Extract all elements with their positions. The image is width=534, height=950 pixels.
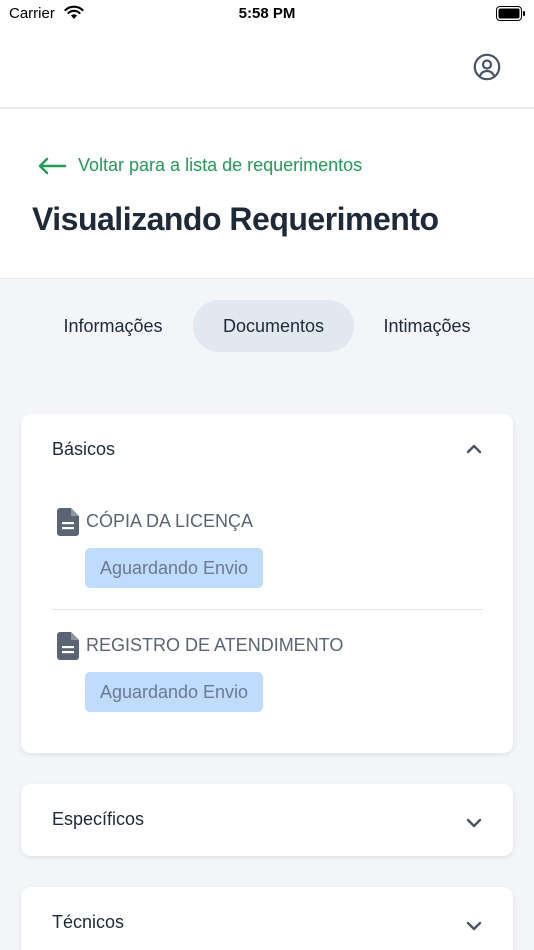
section-title: Técnicos	[52, 912, 125, 932]
status-badge: Aguardando Envio	[85, 548, 263, 588]
file-document-icon	[57, 632, 79, 660]
section-title: Específicos	[52, 809, 145, 829]
back-link[interactable]: Voltar para a lista de requerimentos	[37, 155, 362, 176]
section-especificos: Específicos	[21, 784, 513, 856]
app-header	[0, 27, 534, 108]
section-basicos: Básicos CÓPIA DA LICENÇA Aguardando Envi…	[21, 414, 513, 753]
arrow-left-icon	[38, 157, 67, 174]
tab-intimacoes[interactable]: Intimações	[366, 300, 488, 352]
divider	[52, 609, 483, 610]
status-badge: Aguardando Envio	[85, 672, 263, 712]
tab-informacoes[interactable]: Informações	[48, 300, 178, 352]
chevron-down-icon	[466, 818, 482, 828]
battery-icon	[496, 6, 525, 21]
status-bar: Carrier 5:58 PM	[0, 0, 534, 27]
tab-documentos[interactable]: Documentos	[193, 300, 354, 352]
page-title: Visualizando Requerimento	[32, 201, 439, 237]
user-circle-icon[interactable]	[473, 53, 501, 81]
chevron-down-icon	[466, 921, 482, 931]
section-basicos-header[interactable]: Básicos	[21, 414, 513, 486]
chevron-up-icon	[466, 444, 482, 454]
file-document-icon	[57, 508, 79, 536]
title-section: Voltar para a lista de requerimentos Vis…	[0, 109, 534, 279]
section-tecnicos-header[interactable]: Técnicos	[21, 887, 513, 950]
section-tecnicos: Técnicos	[21, 887, 513, 950]
clock-time: 5:58 PM	[238, 5, 296, 22]
section-title: Básicos	[52, 439, 116, 459]
document-name: REGISTRO DE ATENDIMENTO	[86, 635, 344, 655]
section-especificos-header[interactable]: Específicos	[21, 784, 513, 856]
document-name: CÓPIA DA LICENÇA	[86, 511, 254, 531]
back-link-label: Voltar para a lista de requerimentos	[78, 155, 363, 175]
tab-bar: Informações Documentos Intimações	[0, 300, 534, 352]
